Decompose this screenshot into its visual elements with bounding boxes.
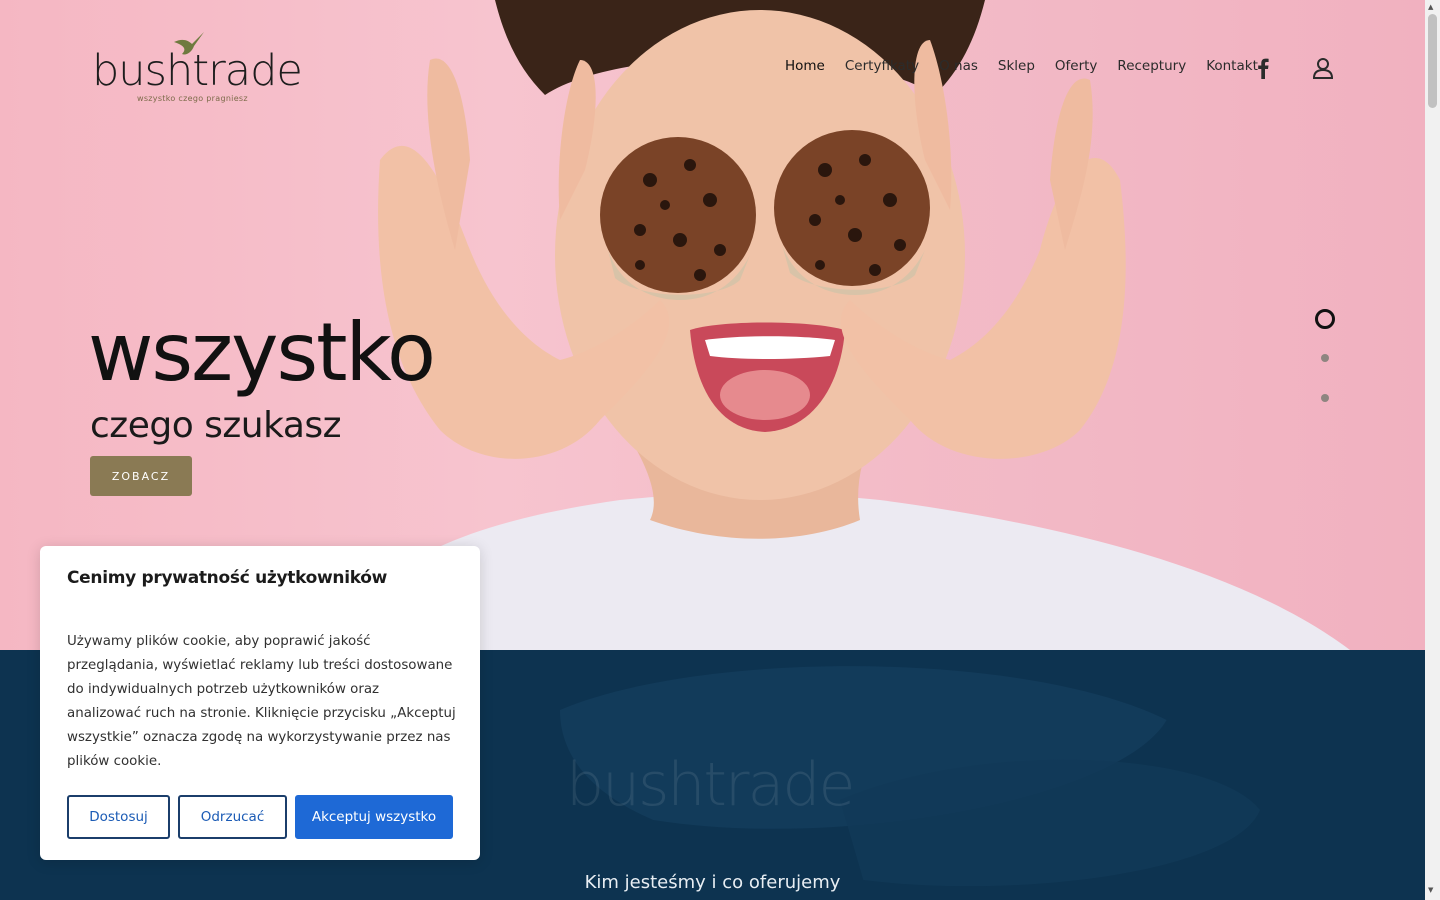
zobacz-button[interactable]: ZOBACZ [90, 456, 192, 496]
nav-item-oferty[interactable]: Oferty [1055, 58, 1098, 74]
accept-all-button[interactable]: Akceptuj wszystko [295, 795, 453, 839]
cookie-consent-dialog: Cenimy prywatność użytkowników Używamy p… [40, 546, 480, 860]
facebook-icon[interactable] [1253, 57, 1273, 79]
reject-button[interactable]: Odrzucać [178, 795, 287, 839]
logo-wordmark: bushtrade [92, 46, 303, 96]
hero-subtitle: czego szukasz [90, 405, 342, 446]
section-logo-watermark: bushtrade [566, 750, 855, 820]
slider-dot-1-active[interactable] [1315, 309, 1335, 329]
slider-dot-2[interactable] [1321, 354, 1329, 362]
cookie-text: Używamy plików cookie, aby poprawić jako… [67, 634, 456, 769]
scroll-up-icon[interactable]: ▲ [1428, 3, 1433, 11]
slider-dot-3[interactable] [1321, 394, 1329, 402]
page-scrollbar[interactable]: ▲ ▼ [1425, 0, 1440, 900]
nav-item-certyfikaty[interactable]: Certyfikaty [845, 58, 919, 74]
scroll-down-icon[interactable]: ▼ [1428, 886, 1433, 894]
nav-item-home[interactable]: Home [785, 58, 825, 74]
nav-item-o-nas[interactable]: O nas [939, 58, 978, 74]
section-heading: Kim jesteśmy i co oferujemy [584, 872, 841, 893]
main-nav: Home Certyfikaty O nas Sklep Oferty Rece… [785, 58, 1258, 74]
hero-title: wszystko [88, 306, 436, 399]
user-icon[interactable] [1311, 56, 1335, 80]
nav-item-kontakt[interactable]: Kontakt [1206, 58, 1258, 74]
nav-item-sklep[interactable]: Sklep [998, 58, 1035, 74]
logo-tagline: wszystko czego pragniesz [137, 94, 248, 103]
nav-item-receptury[interactable]: Receptury [1117, 58, 1186, 74]
cookie-title: Cenimy prywatność użytkowników [67, 568, 388, 588]
scroll-thumb[interactable] [1428, 14, 1437, 108]
logo[interactable]: bushtrade wszystko czego pragniesz [92, 30, 303, 110]
customize-button[interactable]: Dostosuj [67, 795, 170, 839]
